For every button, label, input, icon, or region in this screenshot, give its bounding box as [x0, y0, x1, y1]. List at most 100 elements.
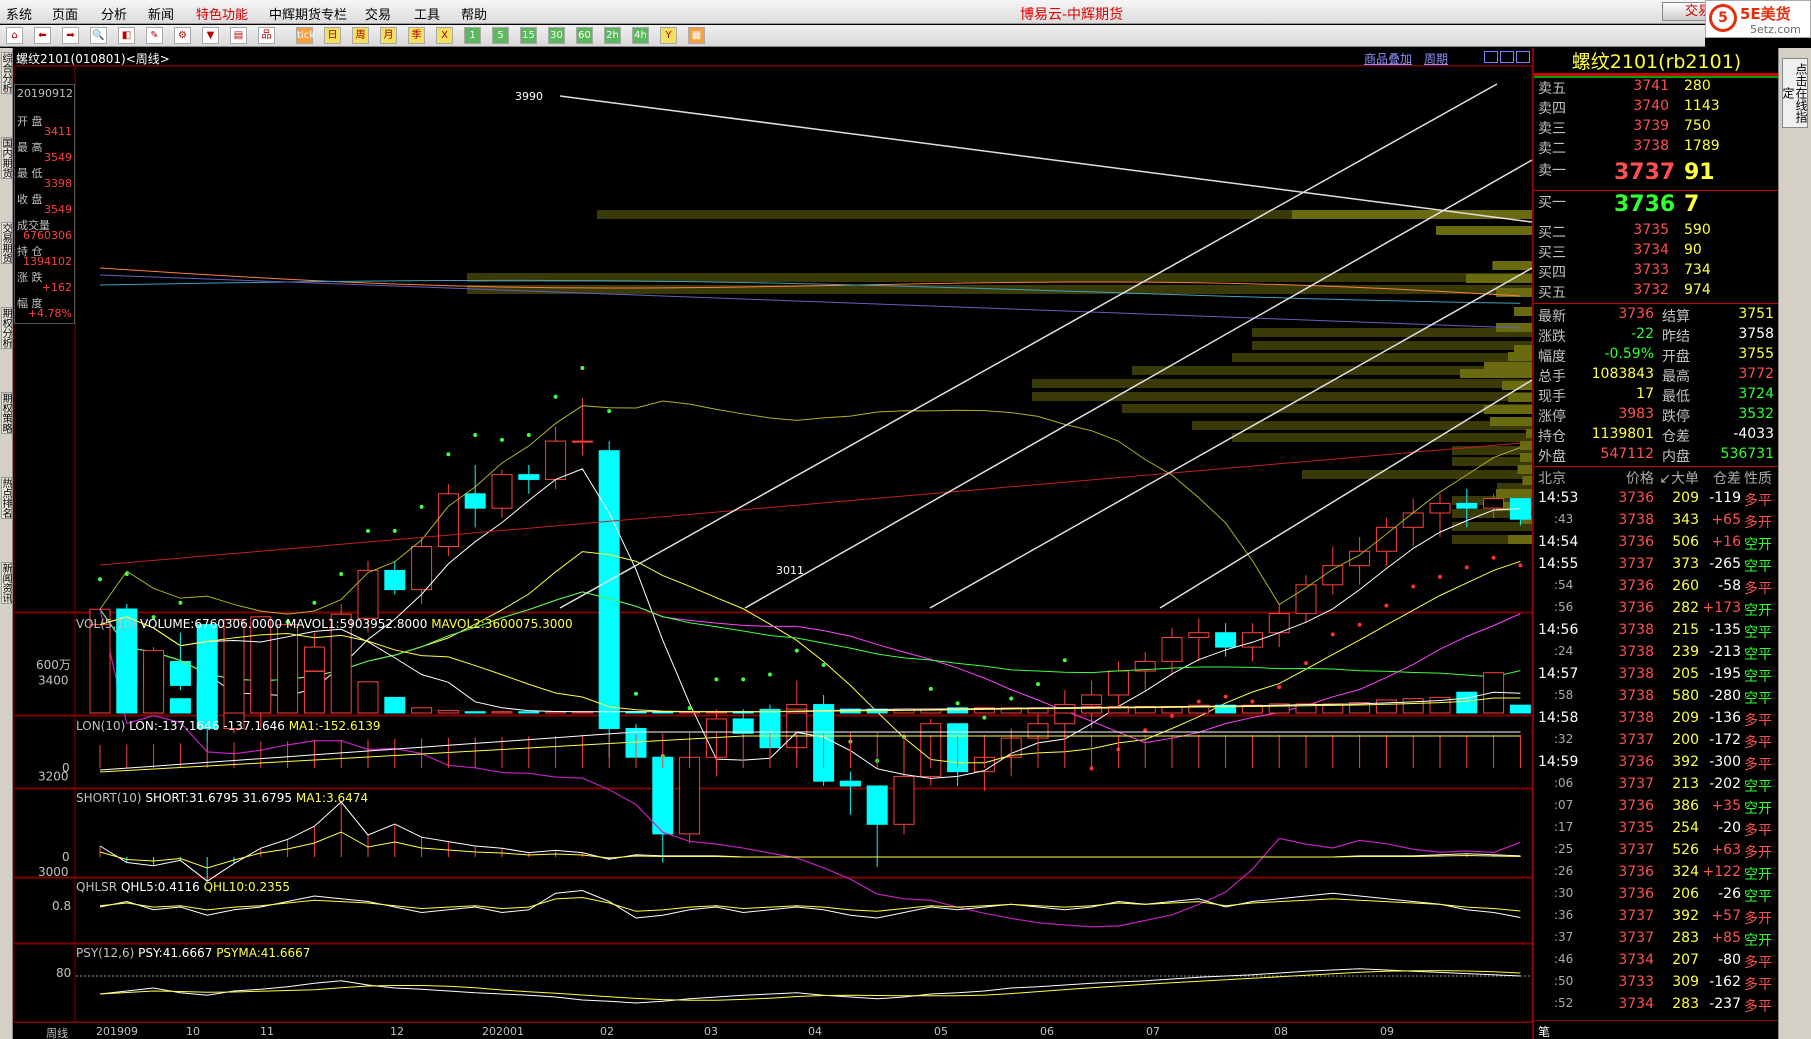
info-value-3: 3398: [44, 177, 72, 190]
sar-dot: [1250, 699, 1255, 704]
sar-dot: [1464, 565, 1469, 570]
ticks-tab-label[interactable]: 笔: [1538, 1023, 1550, 1039]
volume-profile-band: [1232, 433, 1532, 442]
volume-profile-band: [1252, 341, 1532, 350]
tick-nature: 多平: [1744, 581, 1772, 597]
ask-row-2[interactable]: 卖二 3738 1789: [1534, 138, 1779, 158]
bid-row-2[interactable]: 买二 3735 590: [1534, 222, 1779, 242]
volume-profile-band: [1132, 366, 1532, 375]
stat-value: 3772: [1738, 366, 1774, 382]
sar-dot: [178, 600, 183, 605]
sar-dot: [607, 409, 612, 414]
bid-row-4[interactable]: 买四 3733 734: [1534, 262, 1779, 282]
ask-row-1[interactable]: 卖一 3737 91: [1534, 160, 1779, 188]
sar-dot: [1223, 694, 1228, 699]
tick-time: :32: [1554, 732, 1574, 746]
tick-row: :37 3737 283 +85 空开: [1534, 930, 1779, 952]
volume-bar: [1402, 698, 1424, 714]
stat-value: 3724: [1738, 386, 1774, 402]
sar-dot: [821, 662, 826, 667]
tick-time: 14:57: [1538, 666, 1579, 682]
tick-nature: 空平: [1744, 647, 1772, 663]
tick-oi-change: -300: [1709, 754, 1741, 770]
stat-value: 1139801: [1591, 426, 1654, 442]
tick-volume: 392: [1672, 754, 1699, 770]
th-vol[interactable]: ↙大单: [1654, 468, 1699, 488]
tick-row: :43 3738 343 +65 多开: [1534, 512, 1779, 534]
ask-volume: 280: [1684, 78, 1711, 94]
stat-label: 涨停: [1538, 409, 1566, 425]
far-right-bar: 点击在线指定: [1778, 48, 1811, 1039]
volume-bar: [143, 650, 165, 714]
price-label-0: 3400: [38, 674, 69, 688]
ask-row-5[interactable]: 卖五 3741 280: [1534, 78, 1779, 98]
tick-time: :24: [1554, 644, 1574, 658]
volume-bar: [1375, 699, 1397, 714]
tick-nature: 多平: [1744, 999, 1772, 1015]
ask-row-3[interactable]: 卖三 3739 750: [1534, 118, 1779, 138]
tick-nature: 空开: [1744, 603, 1772, 619]
tick-price: 3738: [1618, 512, 1654, 528]
bid-price: 3734: [1633, 242, 1669, 258]
kline-chart[interactable]: 34003200300039903011600万000.880: [0, 0, 1532, 1022]
bid-row-5[interactable]: 买五 3732 974: [1534, 282, 1779, 302]
ticks-tab[interactable]: 笔: [1534, 1020, 1779, 1039]
sar-dot: [1304, 661, 1308, 666]
info-label-2: 最 高: [17, 141, 43, 154]
volume-profile-band: [1497, 483, 1532, 492]
tick-nature: 多平: [1744, 955, 1772, 971]
date-label-10: 06: [1040, 1025, 1054, 1038]
stat-label: 结算: [1662, 309, 1690, 325]
logo-url: 5etz.com: [1750, 23, 1801, 36]
stat-value: 1083843: [1591, 366, 1654, 382]
volume-profile-band: [1122, 404, 1532, 413]
tick-volume: 254: [1672, 820, 1699, 836]
volume-bar: [411, 707, 433, 714]
bar-info-box: 20190912 开 盘 3411 最 高 3549 最 低 3398 收 盘 3549 成交量 6…: [14, 84, 75, 324]
tick-nature: 空开: [1744, 867, 1772, 883]
tick-time: :54: [1554, 578, 1574, 592]
tick-volume: 506: [1672, 534, 1699, 550]
orderbook-divider: [1534, 190, 1779, 191]
tick-price: 3738: [1618, 622, 1654, 638]
tick-time: :58: [1554, 688, 1574, 702]
online-assign-button[interactable]: 点击在线指定: [1781, 58, 1808, 128]
ask-label: 卖五: [1538, 81, 1566, 97]
ask-volume: 1789: [1684, 138, 1720, 154]
sar-dot: [553, 394, 558, 399]
sar-dot: [124, 571, 129, 576]
tick-time: 14:56: [1538, 622, 1579, 638]
ticks-divider: [1534, 466, 1779, 467]
tick-nature: 多平: [1744, 713, 1772, 729]
high-marker: 3990: [515, 90, 543, 103]
tick-nature: 空平: [1744, 691, 1772, 707]
low-marker: 3011: [776, 564, 804, 577]
tick-row: :25 3737 526 +63 多开: [1534, 842, 1779, 864]
th-time: 北京: [1538, 471, 1566, 487]
lon-label: LON(10) LON:-137.1646 -137.1646 MA1:-152…: [76, 719, 381, 733]
date-label-12: 08: [1274, 1025, 1288, 1038]
volume-bar: [384, 696, 406, 714]
tick-oi-change: -20: [1718, 820, 1741, 836]
sar-dot: [1196, 699, 1201, 704]
tick-price: 3738: [1618, 688, 1654, 704]
bid-label: 买四: [1538, 265, 1566, 281]
tick-nature: 空平: [1744, 889, 1772, 905]
tick-row: 14:54 3736 506 +16 空开: [1534, 534, 1779, 556]
sar-dot: [794, 648, 799, 653]
volume-profile-band: [1252, 328, 1532, 337]
bid-row-3[interactable]: 买三 3734 90: [1534, 242, 1779, 262]
tick-price: 3736: [1618, 754, 1654, 770]
tick-row: 14:58 3738 209 -136 多平: [1534, 710, 1779, 732]
tick-row: :06 3737 213 -202 空平: [1534, 776, 1779, 798]
ask-row-4[interactable]: 卖四 3740 1143: [1534, 98, 1779, 118]
tick-price: 3736: [1618, 534, 1654, 550]
sar-dot: [1491, 555, 1496, 560]
bid-row-1[interactable]: 买一 3736 7: [1534, 192, 1779, 220]
ticks-header: 北京 价格 ↙大单 仓差 性质: [1534, 468, 1779, 490]
tick-nature: 多平: [1744, 735, 1772, 751]
bid-volume: 590: [1684, 222, 1711, 238]
sar-dot: [687, 706, 692, 711]
tick-nature: 多开: [1744, 911, 1772, 927]
tick-volume: 392: [1672, 908, 1699, 924]
